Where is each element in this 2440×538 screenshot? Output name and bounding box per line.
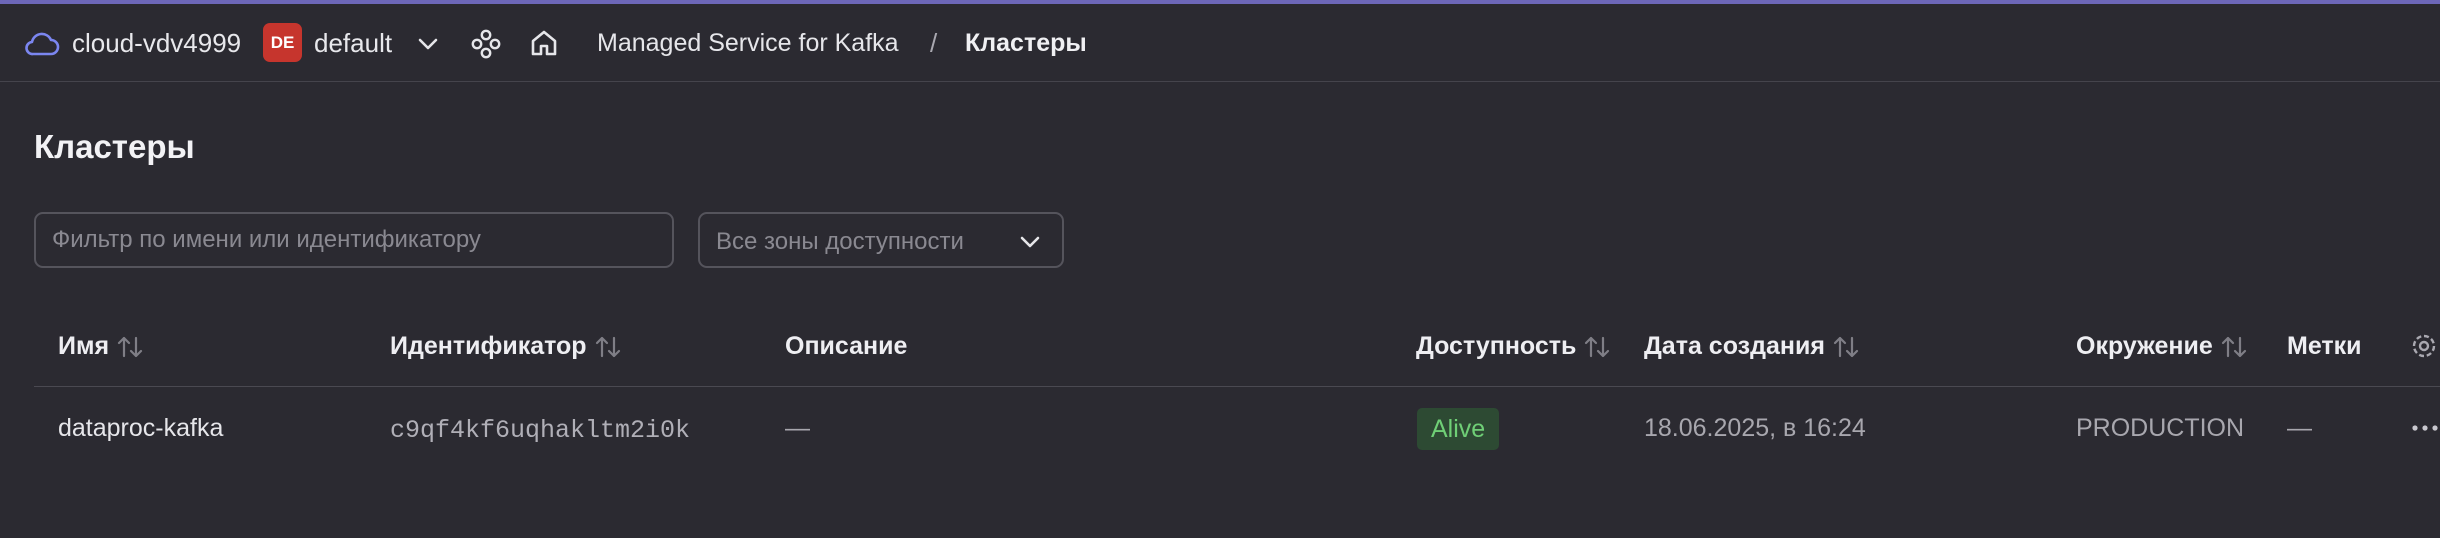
availability-zone-select[interactable]: Все зоны доступности — [698, 212, 1064, 268]
chevron-down-icon — [1020, 236, 1040, 248]
sort-icon[interactable] — [1831, 334, 1861, 360]
column-header-label: Метки — [2287, 332, 2362, 360]
column-header-name[interactable]: Имя — [58, 332, 145, 361]
column-header-label: Доступность — [1416, 332, 1577, 360]
services-icon[interactable] — [470, 28, 502, 60]
cluster-environment: PRODUCTION — [2076, 414, 2245, 442]
breadcrumb-current: Кластеры — [965, 29, 1087, 57]
column-header-label: Имя — [58, 332, 110, 360]
cluster-id[interactable]: c9qf4kf6uqhakltm2i0k — [390, 416, 690, 445]
column-header-id[interactable]: Идентификатор — [390, 332, 623, 361]
cluster-created-date: 18.06.2025, в 16:24 — [1644, 414, 1866, 442]
column-header-label: Окружение — [2076, 332, 2213, 360]
top-navigation-bar: cloud-vdv4999 DE default Managed Service… — [0, 4, 2440, 82]
sort-icon[interactable] — [593, 334, 623, 360]
sort-icon[interactable] — [115, 334, 145, 360]
column-header-labels: Метки — [2287, 332, 2362, 361]
cluster-labels: — — [2287, 414, 2312, 442]
cluster-name-link[interactable]: dataproc-kafka — [58, 414, 223, 443]
search-input[interactable] — [34, 212, 674, 268]
folder-name[interactable]: default — [314, 28, 392, 59]
sort-icon[interactable] — [2219, 334, 2249, 360]
folder-badge[interactable]: DE — [263, 23, 302, 62]
breadcrumb-separator: / — [930, 28, 938, 58]
column-header-availability[interactable]: Доступность — [1416, 332, 1612, 361]
gear-icon[interactable] — [2408, 330, 2440, 362]
column-header-description: Описание — [785, 332, 907, 361]
column-header-label: Дата создания — [1644, 332, 1825, 360]
column-header-environment[interactable]: Окружение — [2076, 332, 2249, 361]
column-header-created[interactable]: Дата создания — [1644, 332, 1861, 361]
page-title: Кластеры — [34, 128, 195, 165]
home-icon[interactable] — [528, 27, 560, 59]
cloud-name[interactable]: cloud-vdv4999 — [72, 28, 241, 59]
cluster-description: — — [785, 414, 810, 442]
column-header-label: Описание — [785, 332, 908, 360]
column-header-label: Идентификатор — [390, 332, 587, 360]
breadcrumb-service[interactable]: Managed Service for Kafka — [597, 29, 899, 58]
zone-select-label: Все зоны доступности — [716, 228, 964, 255]
cloud-icon[interactable] — [24, 30, 60, 58]
status-badge: Alive — [1417, 408, 1500, 450]
table-header-divider — [34, 386, 2440, 387]
chevron-down-icon[interactable] — [416, 34, 440, 54]
more-actions-icon[interactable] — [2410, 416, 2440, 440]
sort-icon[interactable] — [1582, 334, 1612, 360]
